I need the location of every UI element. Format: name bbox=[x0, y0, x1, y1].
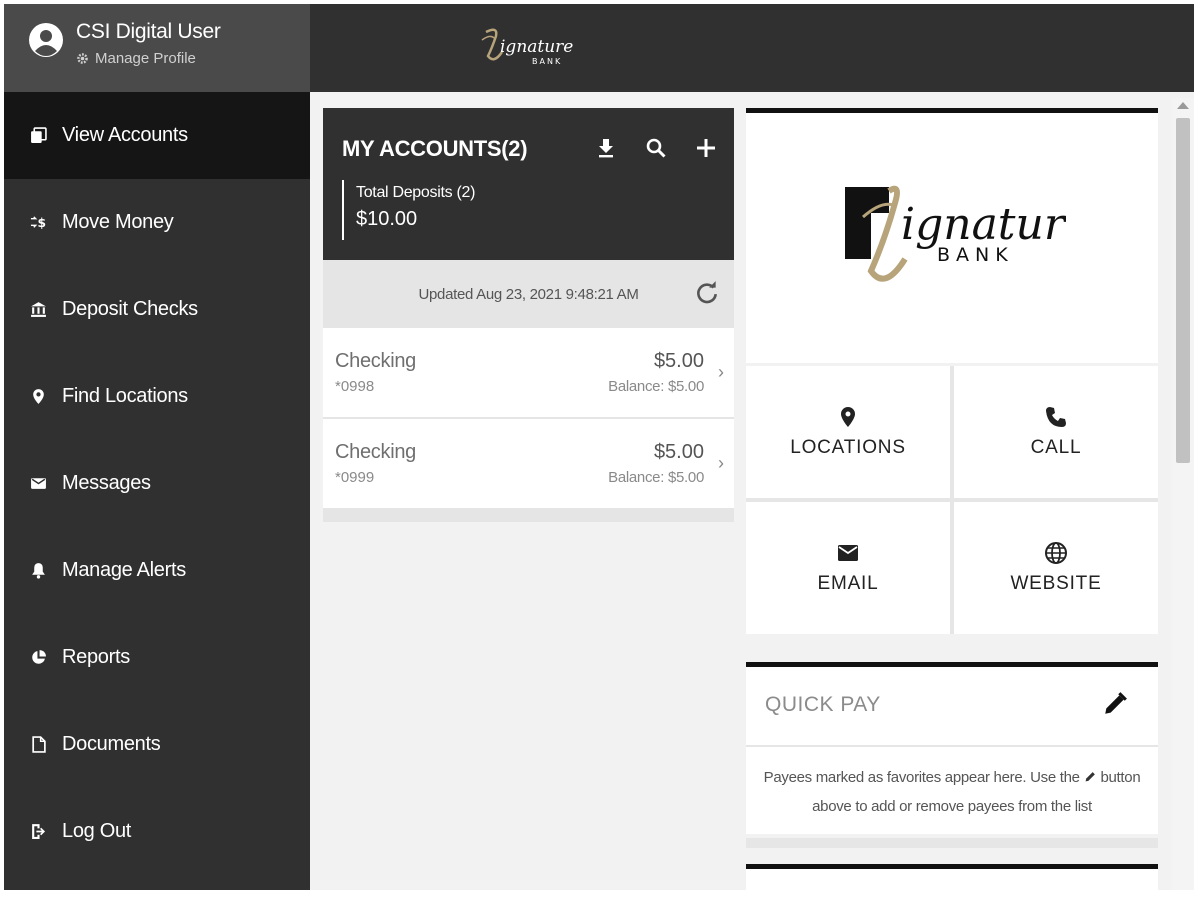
svg-text:$: $ bbox=[37, 216, 45, 230]
logout-icon bbox=[28, 822, 48, 842]
sidebar-item-manage-alerts[interactable]: Manage Alerts bbox=[4, 527, 310, 614]
transfer-money-icon: $ bbox=[28, 213, 48, 233]
top-header: ignature BANK bbox=[310, 4, 1194, 92]
phone-icon bbox=[1046, 407, 1066, 427]
search-icon[interactable] bbox=[642, 134, 670, 162]
quick-pay-message: Payees marked as favorites appear here. … bbox=[754, 763, 1150, 821]
bank-logo-card: ignature BANK bbox=[746, 108, 1158, 363]
total-deposits-amount: $10.00 bbox=[356, 208, 418, 230]
chevron-right-icon: › bbox=[718, 453, 724, 473]
website-label: WEBSITE bbox=[1010, 573, 1102, 594]
quick-pay-text-before: Payees marked as favorites appear here. … bbox=[763, 769, 1080, 786]
add-icon[interactable] bbox=[692, 134, 720, 162]
svg-text:BANK: BANK bbox=[532, 57, 562, 66]
sidebar-item-label: Reports bbox=[62, 646, 130, 668]
account-row[interactable]: Checking *0999 $5.00 Balance: $5.00 › bbox=[323, 419, 734, 508]
updated-timestamp: Updated Aug 23, 2021 9:48:21 AM bbox=[418, 285, 639, 303]
chevron-right-icon: › bbox=[718, 362, 724, 382]
user-avatar-icon[interactable] bbox=[28, 22, 64, 58]
accounts-header: MY ACCOUNTS(2) Total Deposits (2) $10.00 bbox=[323, 108, 734, 260]
gear-icon bbox=[77, 53, 88, 64]
pie-chart-icon bbox=[28, 648, 48, 668]
manage-profile-label: Manage Profile bbox=[95, 50, 196, 67]
sidebar-item-reports[interactable]: Reports bbox=[4, 614, 310, 701]
sidebar-item-move-money[interactable]: $ Move Money bbox=[4, 179, 310, 266]
download-icon[interactable] bbox=[592, 134, 620, 162]
sidebar-item-log-out[interactable]: Log Out bbox=[4, 788, 310, 875]
accounts-title: MY ACCOUNTS(2) bbox=[342, 136, 528, 161]
accounts-panel: MY ACCOUNTS(2) Total Deposits (2) $10.00… bbox=[323, 108, 734, 522]
envelope-icon bbox=[838, 545, 858, 561]
account-name: Checking bbox=[335, 350, 416, 372]
contact-tiles: LOCATIONS CALL EMAIL WEBSITE bbox=[746, 366, 1158, 634]
quick-pay-card: QUICK PAY Payees marked as favorites app… bbox=[746, 662, 1158, 834]
locations-label: LOCATIONS bbox=[790, 437, 906, 458]
profile-name: CSI Digital User bbox=[76, 20, 221, 43]
next-card bbox=[746, 864, 1158, 890]
signature-bank-large-logo: ignature BANK bbox=[845, 185, 1066, 282]
quick-pay-footer bbox=[746, 838, 1158, 848]
account-row[interactable]: Checking *0998 $5.00 Balance: $5.00 › bbox=[323, 328, 734, 417]
location-pin-icon bbox=[28, 387, 48, 407]
account-number: *0999 bbox=[335, 469, 375, 486]
sidebar-item-label: Find Locations bbox=[62, 385, 188, 407]
sidebar-item-documents[interactable]: Documents bbox=[4, 701, 310, 788]
account-balance: Balance: $5.00 bbox=[608, 378, 704, 395]
quick-pay-divider bbox=[746, 745, 1158, 747]
svg-text:ignature: ignature bbox=[500, 37, 573, 57]
bank-icon bbox=[28, 300, 48, 320]
total-deposits-label: Total Deposits (2) bbox=[356, 184, 476, 201]
scrollbar[interactable] bbox=[1172, 98, 1194, 890]
pencil-icon bbox=[1085, 772, 1095, 782]
sidebar-item-deposit-checks[interactable]: Deposit Checks bbox=[4, 266, 310, 353]
document-icon bbox=[28, 735, 48, 755]
call-label: CALL bbox=[1030, 437, 1082, 458]
sidebar-item-view-accounts[interactable]: View Accounts bbox=[4, 92, 310, 179]
accounts-actions bbox=[592, 134, 720, 162]
pencil-icon[interactable] bbox=[1102, 691, 1128, 717]
scrollbar-thumb[interactable] bbox=[1176, 118, 1190, 463]
website-tile[interactable]: WEBSITE bbox=[954, 502, 1158, 634]
sidebar-item-label: View Accounts bbox=[62, 124, 188, 146]
locations-tile[interactable]: LOCATIONS bbox=[746, 366, 950, 498]
account-amount: $5.00 bbox=[653, 350, 704, 372]
sidebar-item-label: Move Money bbox=[62, 211, 174, 233]
updated-timestamp-row: Updated Aug 23, 2021 9:48:21 AM bbox=[323, 260, 734, 328]
sidebar-nav: View Accounts $ Move Money Deposit Check… bbox=[4, 92, 310, 875]
bell-icon bbox=[28, 561, 48, 581]
call-tile[interactable]: CALL bbox=[954, 366, 1158, 498]
envelope-icon bbox=[28, 474, 48, 494]
sidebar-item-label: Messages bbox=[62, 472, 151, 494]
profile-header: CSI Digital User Manage Profile bbox=[4, 4, 310, 92]
account-balance: Balance: $5.00 bbox=[608, 469, 704, 486]
account-number: *0998 bbox=[335, 378, 375, 395]
accounts-icon bbox=[28, 126, 48, 146]
refresh-icon[interactable] bbox=[694, 280, 720, 306]
signature-bank-logo[interactable]: ignature BANK bbox=[480, 22, 580, 72]
account-amount: $5.00 bbox=[653, 441, 704, 463]
sidebar-item-label: Deposit Checks bbox=[62, 298, 198, 320]
email-tile[interactable]: EMAIL bbox=[746, 502, 950, 634]
scroll-up-arrow-icon[interactable] bbox=[1177, 102, 1189, 109]
sidebar-item-label: Log Out bbox=[62, 820, 132, 842]
account-name: Checking bbox=[335, 441, 416, 463]
location-pin-icon bbox=[841, 407, 855, 427]
email-label: EMAIL bbox=[817, 573, 879, 594]
total-deposits: Total Deposits (2) $10.00 bbox=[342, 180, 475, 240]
svg-text:BANK: BANK bbox=[937, 244, 1014, 266]
sidebar-item-messages[interactable]: Messages bbox=[4, 440, 310, 527]
sidebar-item-label: Documents bbox=[62, 733, 161, 755]
sidebar: CSI Digital User Manage Profile View Acc… bbox=[4, 4, 310, 890]
manage-profile-link[interactable]: Manage Profile bbox=[76, 50, 196, 67]
sidebar-item-find-locations[interactable]: Find Locations bbox=[4, 353, 310, 440]
sidebar-item-label: Manage Alerts bbox=[62, 559, 186, 581]
app-frame: CSI Digital User Manage Profile View Acc… bbox=[4, 4, 1194, 890]
globe-icon bbox=[1045, 542, 1067, 564]
svg-text:ignature: ignature bbox=[901, 199, 1066, 250]
quick-pay-title: QUICK PAY bbox=[765, 693, 881, 716]
